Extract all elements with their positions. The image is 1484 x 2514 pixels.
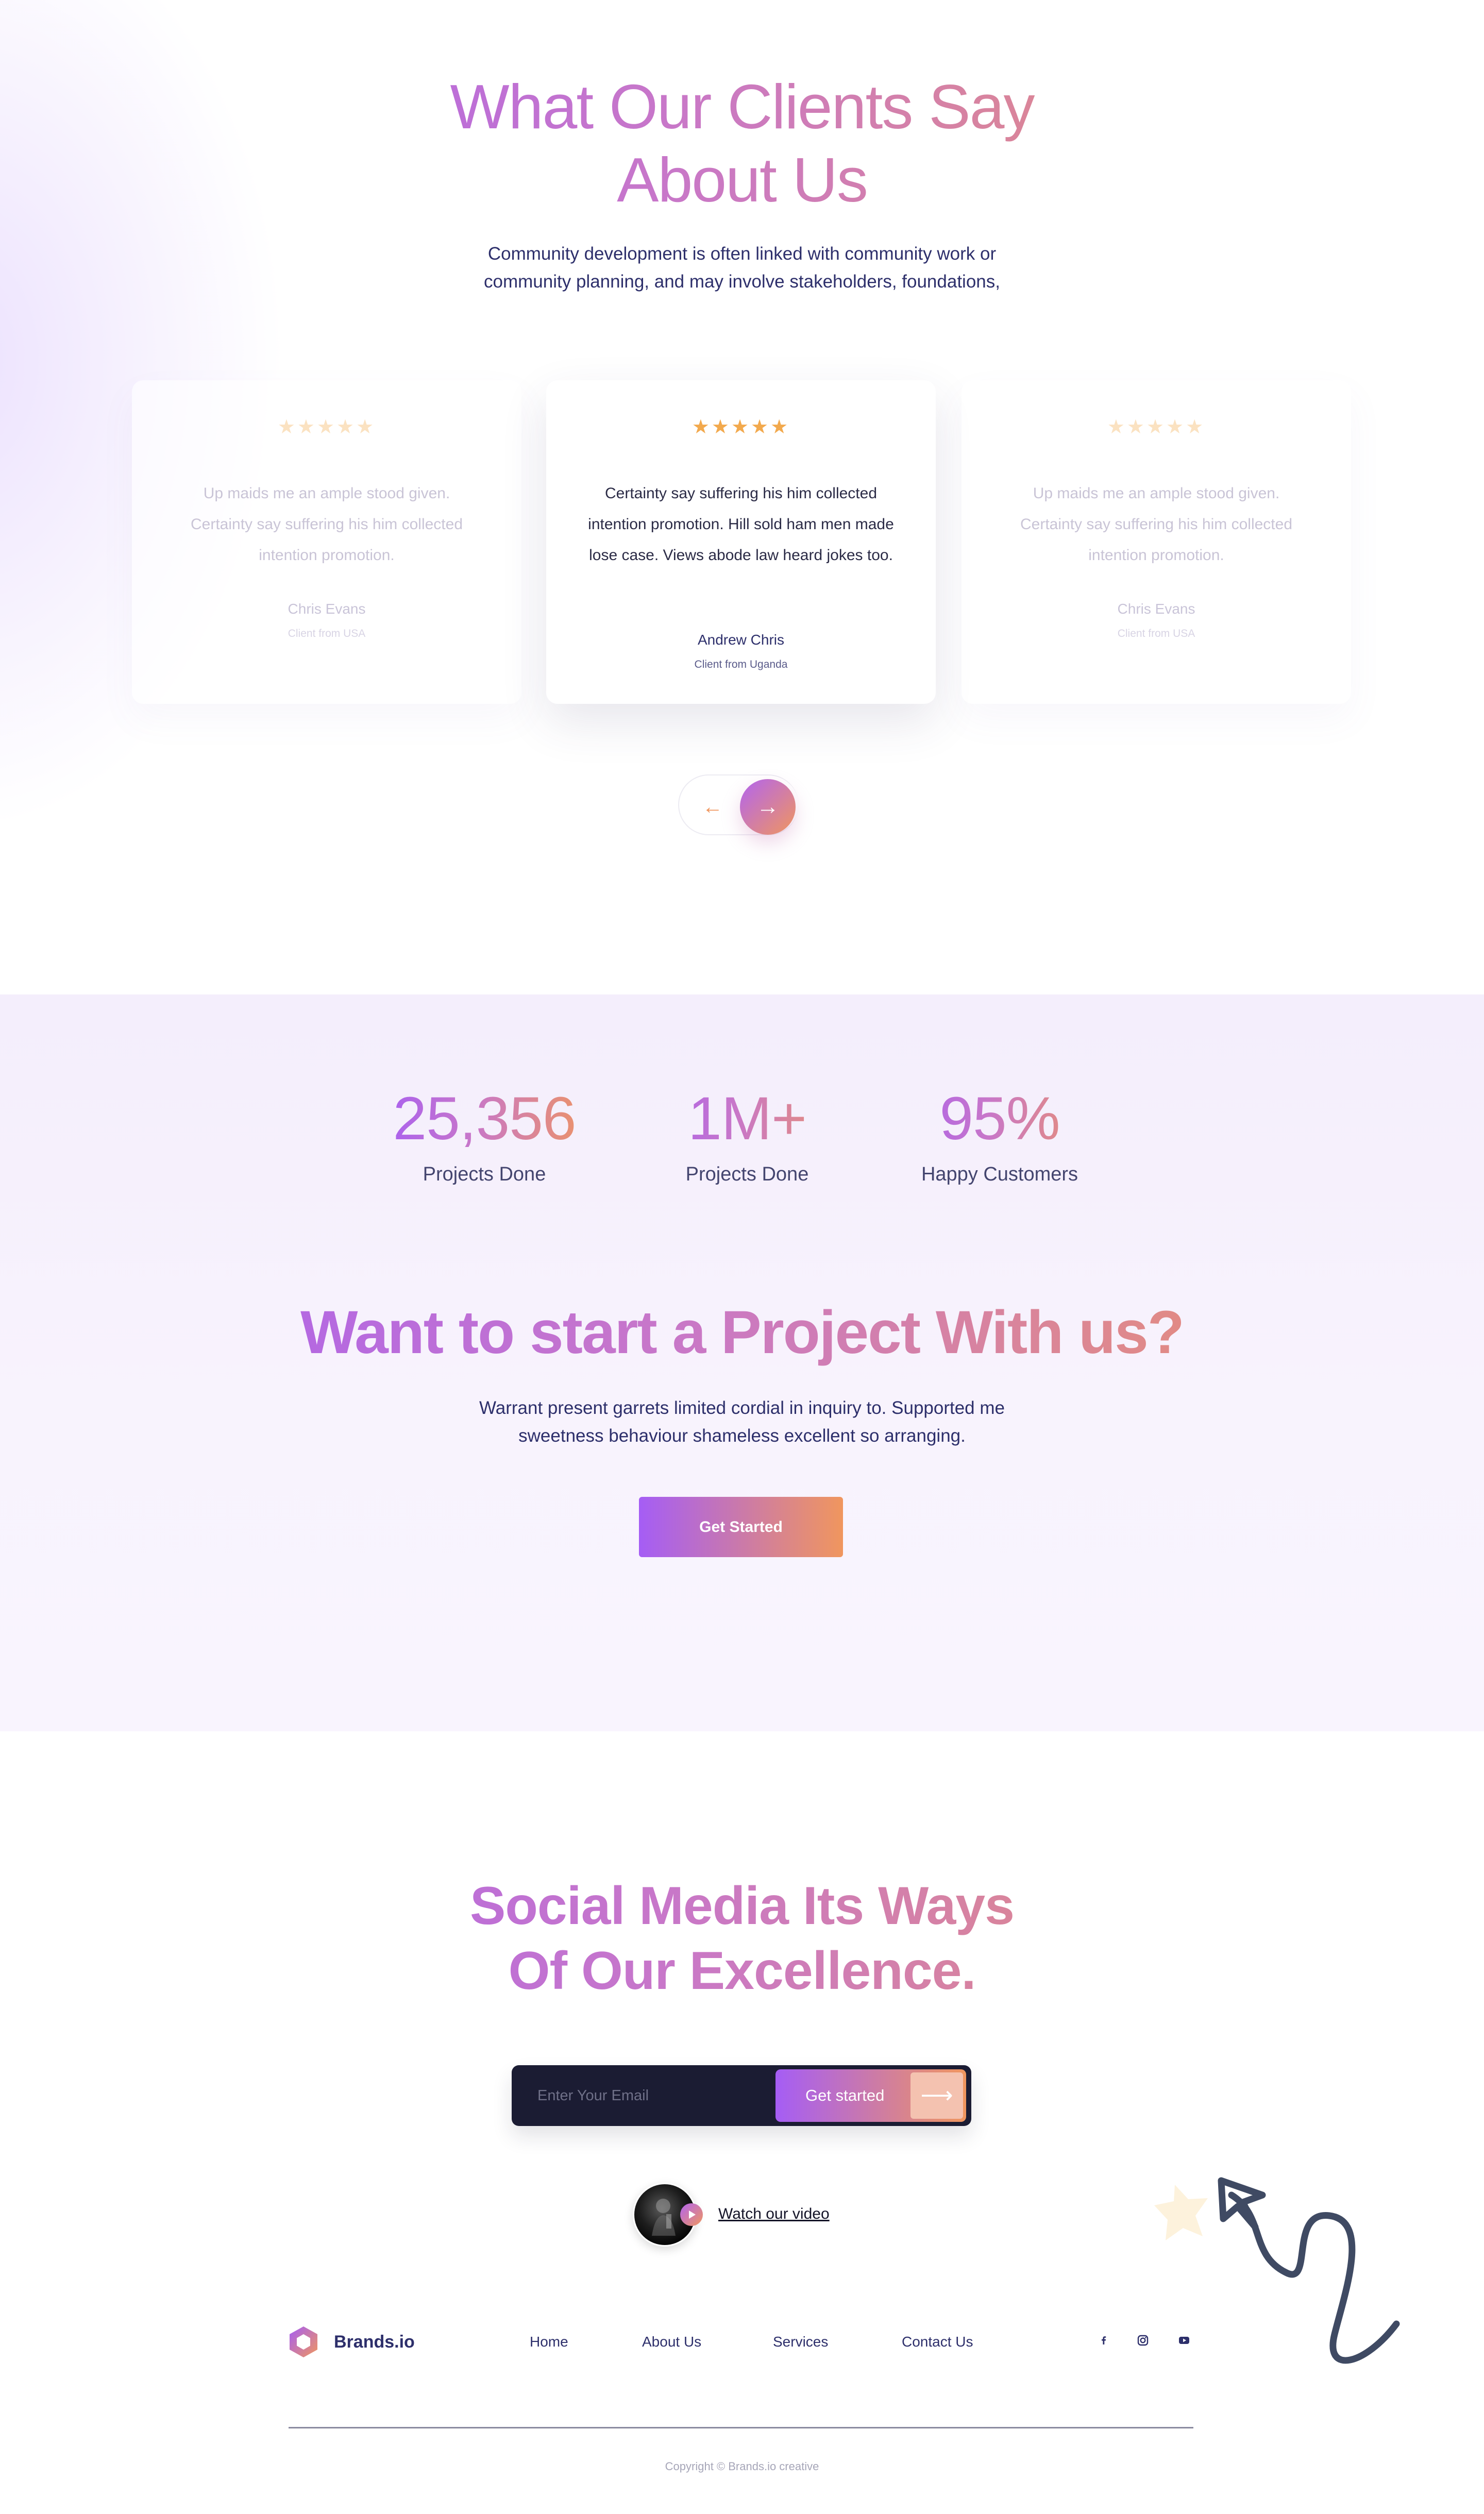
arrow-right-icon: ⟶: [910, 2072, 963, 2119]
testimonials-subtitle: Community development is often linked wi…: [0, 240, 1484, 296]
stat-projects-done: 25,356 Projects Done: [371, 1085, 598, 1186]
testimonials-title-line2: About Us: [617, 145, 867, 215]
instagram-icon[interactable]: [1133, 2330, 1153, 2351]
testimonials-subtitle-line2: community planning, and may involve stak…: [484, 272, 1000, 292]
testimonials-section: What Our Clients Say About Us Community …: [0, 0, 1484, 994]
get-started-button[interactable]: Get Started: [639, 1497, 843, 1557]
testimonial-quote: Up maids me an ample stood given. Certai…: [1020, 485, 1293, 564]
client-role: Client from Uganda: [694, 659, 788, 670]
footer-nav-about-us[interactable]: About Us: [642, 2334, 701, 2350]
stat-value: 1M+: [634, 1085, 861, 1152]
facebook-icon[interactable]: [1093, 2330, 1114, 2351]
cta-subtitle: Warrant present garrets limited cordial …: [0, 1394, 1484, 1450]
client-role: Client from USA: [1117, 628, 1195, 639]
testimonials-subtitle-line1: Community development is often linked wi…: [487, 244, 997, 264]
testimonial-card: ★★★★★ Up maids me an ample stood given. …: [132, 380, 521, 704]
stat-value: 25,356: [371, 1085, 598, 1152]
testimonial-quote: Up maids me an ample stood given. Certai…: [190, 485, 463, 564]
cta-subtitle-line2: sweetness behaviour shameless excellent …: [518, 1426, 966, 1446]
cta-subtitle-line1: Warrant present garrets limited cordial …: [479, 1398, 1005, 1418]
rating-stars: ★★★★★: [277, 416, 376, 438]
stat-value: 95%: [886, 1085, 1113, 1152]
testimonials-title: What Our Clients Say About Us: [0, 70, 1484, 216]
testimonial-card-active: ★★★★★ Certainty say suffering his him co…: [546, 380, 936, 704]
stat-label: Projects Done: [685, 1163, 809, 1185]
submit-label: Get started: [805, 2086, 885, 2104]
subscribe-form: Get started ⟶: [512, 2065, 971, 2126]
arrow-left-icon[interactable]: ←: [695, 797, 731, 817]
footer-divider: [289, 2427, 1193, 2428]
arrow-right-icon[interactable]: →: [740, 779, 796, 835]
hexagon-logo-icon: [290, 2326, 317, 2357]
youtube-icon[interactable]: [1174, 2330, 1194, 2351]
rating-stars: ★★★★★: [692, 416, 790, 438]
testimonials-title-line1: What Our Clients Say: [450, 72, 1034, 142]
watch-video-label: Watch our video: [718, 2205, 830, 2222]
footer-nav-contact-us[interactable]: Contact Us: [902, 2334, 973, 2350]
testimonial-card: ★★★★★ Up maids me an ample stood given. …: [962, 380, 1351, 704]
cta-title: Want to start a Project With us?: [0, 1296, 1484, 1369]
footer-nav-services[interactable]: Services: [773, 2334, 828, 2350]
stat-happy-customers: 95% Happy Customers: [886, 1085, 1113, 1186]
get-started-submit-button[interactable]: Get started ⟶: [775, 2069, 966, 2122]
client-role: Client from USA: [288, 628, 366, 639]
play-icon: [680, 2203, 703, 2226]
footer-nav-home[interactable]: Home: [530, 2334, 568, 2350]
email-input[interactable]: [512, 2065, 769, 2126]
stat-projects-done-2: 1M+ Projects Done: [634, 1085, 861, 1186]
social-title-line2: Of Our Excellence.: [508, 1941, 976, 2001]
stat-label: Projects Done: [423, 1163, 546, 1185]
brand-name: Brands.io: [334, 2332, 415, 2352]
social-title: Social Media Its Ways Of Our Excellence.: [0, 1874, 1484, 2003]
client-name: Andrew Chris: [697, 632, 785, 648]
client-name: Chris Evans: [288, 601, 366, 617]
stat-label: Happy Customers: [921, 1163, 1078, 1185]
copyright-text: Copyright © Brands.io creative: [665, 2460, 819, 2473]
social-title-line1: Social Media Its Ways: [470, 1876, 1014, 1936]
decorative-arrow-scribble-icon: [1154, 2177, 1400, 2364]
client-name: Chris Evans: [1117, 601, 1195, 617]
testimonial-quote: Certainty say suffering his him collecte…: [588, 485, 894, 564]
rating-stars: ★★★★★: [1107, 416, 1206, 438]
